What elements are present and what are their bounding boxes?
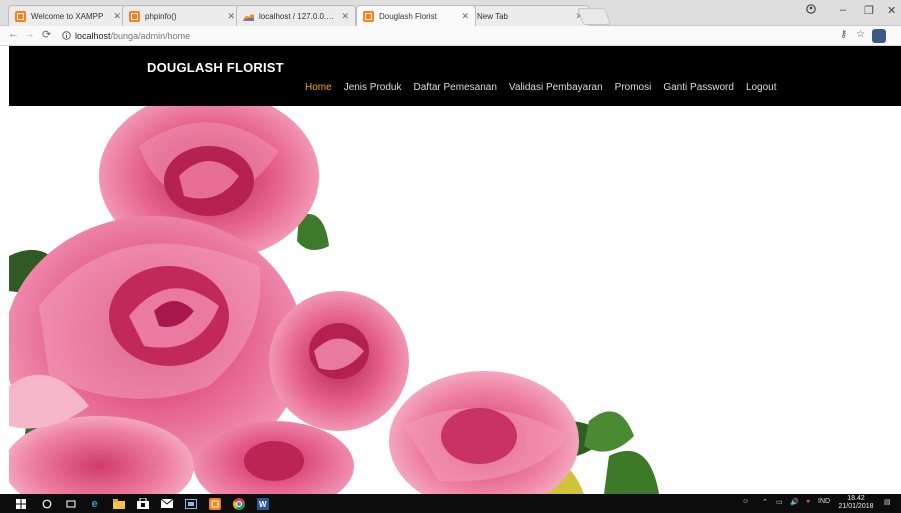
xampp-icon	[15, 10, 26, 22]
new-tab-button[interactable]	[576, 8, 612, 25]
url-host: localhost	[75, 30, 111, 41]
windows-start-icon[interactable]	[14, 497, 27, 510]
clock-date: 21/01/2018	[838, 503, 874, 510]
tab-title: Douglash Florist	[379, 11, 437, 21]
battery-icon[interactable]: ▭	[776, 498, 783, 506]
language-indicator[interactable]: IND	[818, 498, 830, 505]
tab-title: phpinfo()	[145, 11, 177, 21]
page-left-edge	[0, 46, 9, 494]
menu-item-logout[interactable]: Logout	[746, 82, 777, 93]
people-icon[interactable]: ☺	[742, 498, 749, 505]
tab-title: New Tab	[477, 11, 508, 21]
volume-icon[interactable]: 🔊	[790, 498, 799, 506]
browser-tab[interactable]: Welcome to XAMPP ✕	[8, 5, 128, 26]
reload-icon[interactable]: ⟳	[42, 28, 51, 41]
back-icon[interactable]: ←	[8, 28, 19, 40]
xampp-icon	[363, 10, 374, 22]
menu-item-jenis-produk[interactable]: Jenis Produk	[344, 82, 402, 93]
xampp-taskbar-icon[interactable]	[208, 497, 221, 510]
antivirus-icon[interactable]: ●	[806, 498, 810, 505]
chrome-icon[interactable]	[232, 497, 245, 510]
key-icon[interactable]: ⚷	[840, 29, 847, 40]
close-icon[interactable]: ✕	[113, 11, 121, 22]
minimize-button[interactable]: –	[840, 4, 846, 16]
browser-tab[interactable]: localhost / 127.0.0.1 / su ✕	[236, 5, 356, 26]
close-icon[interactable]: ✕	[227, 11, 235, 22]
store-icon[interactable]	[136, 497, 149, 510]
forward-icon[interactable]: →	[24, 28, 35, 40]
star-icon[interactable]: ☆	[856, 29, 865, 40]
taskbar-clock[interactable]: 18.42 21/01/2018	[838, 495, 874, 511]
browser-tab[interactable]: phpinfo() ✕	[122, 5, 242, 26]
browser-tab-strip: Welcome to XAMPP ✕ phpinfo() ✕ localhost…	[0, 0, 901, 26]
restore-button[interactable]: ❐	[864, 4, 874, 17]
close-icon[interactable]: ✕	[341, 11, 349, 22]
chevron-up-icon[interactable]: ⌃	[762, 498, 768, 506]
task-view-icon[interactable]	[64, 497, 77, 510]
hero-banner	[9, 106, 901, 494]
tab-title: localhost / 127.0.0.1 / su	[259, 11, 336, 21]
main-menu: Home Jenis Produk Daftar Pemesanan Valid…	[305, 82, 777, 93]
app-window-icon[interactable]	[184, 497, 197, 510]
menu-item-ganti-password[interactable]: Ganti Password	[663, 82, 734, 93]
mail-icon[interactable]	[160, 497, 173, 510]
profile-icon[interactable]	[806, 4, 816, 17]
site-brand[interactable]: DOUGLASH FLORIST	[147, 60, 284, 75]
windows-taskbar: e W ☺ ⌃ ▭ 🔊 ● IND 18.42 21/01/2018 ▤	[0, 494, 901, 513]
menu-item-home[interactable]: Home	[305, 82, 332, 93]
browser-tab[interactable]: New Tab ✕	[470, 5, 590, 26]
search-icon[interactable]	[40, 497, 53, 510]
phpmyadmin-icon	[243, 11, 254, 22]
menu-item-validasi-pembayaran[interactable]: Validasi Pembayaran	[509, 82, 603, 93]
xampp-icon	[129, 10, 140, 22]
browser-toolbar: ← → ⟳ localhost/bunga/admin/home ⚷ ☆	[0, 26, 901, 46]
extension-icon[interactable]	[872, 29, 886, 43]
svg-text:W: W	[259, 500, 267, 509]
site-navbar: DOUGLASH FLORIST Home Jenis Produk Dafta…	[9, 46, 901, 106]
close-icon[interactable]: ✕	[461, 11, 469, 22]
url-path: /bunga/admin/home	[110, 30, 191, 41]
tab-title: Welcome to XAMPP	[31, 11, 104, 21]
clock-time: 18.42	[847, 495, 865, 502]
address-bar[interactable]: localhost/bunga/admin/home	[62, 28, 832, 43]
word-icon[interactable]: W	[256, 497, 269, 510]
edge-icon[interactable]: e	[88, 497, 101, 510]
file-explorer-icon[interactable]	[112, 497, 125, 510]
notifications-icon[interactable]: ▤	[884, 498, 891, 506]
menu-item-promosi[interactable]: Promosi	[615, 82, 652, 93]
close-window-button[interactable]: ✕	[887, 4, 896, 17]
pink-roses-image	[9, 106, 659, 494]
info-icon	[62, 31, 71, 40]
menu-item-daftar-pemesanan[interactable]: Daftar Pemesanan	[414, 82, 497, 93]
browser-tab-active[interactable]: Douglash Florist ✕	[356, 5, 476, 26]
